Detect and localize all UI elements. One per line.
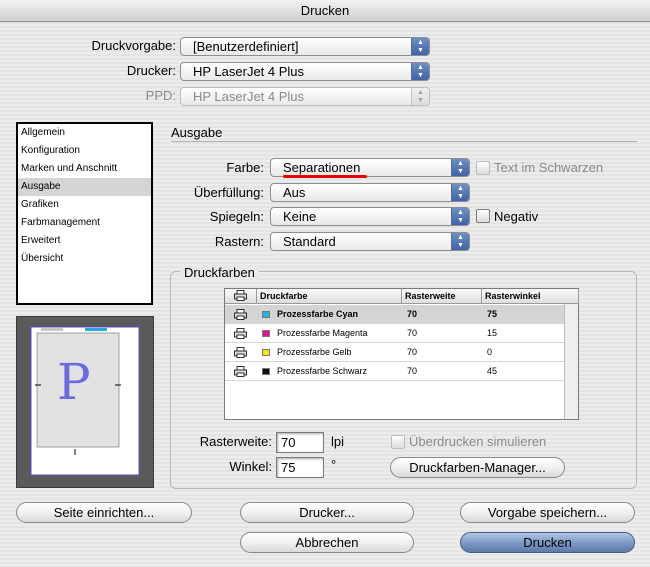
ueberdrucken-label: Überdrucken simulieren xyxy=(409,434,547,449)
annotation-underline xyxy=(283,175,367,178)
section-title-ausgabe: Ausgabe xyxy=(171,125,223,140)
sidebar-item-ausgabe[interactable]: Ausgabe xyxy=(18,178,151,196)
spiegeln-label: Spiegeln: xyxy=(209,209,264,224)
table-row[interactable]: Prozessfarbe Cyan 70 75 xyxy=(225,305,565,324)
ink-rasterwinkel: 45 xyxy=(487,366,498,376)
printer-icon[interactable] xyxy=(234,347,247,358)
category-list: Allgemein Konfiguration Marken und Ansch… xyxy=(16,122,153,305)
ink-swatch-schwarz xyxy=(262,368,270,375)
printer-popup[interactable]: HP LaserJet 4 Plus ▲ ▼ xyxy=(180,62,430,81)
ink-rasterwinkel: 0 xyxy=(487,347,493,357)
sidebar-item-allgemein[interactable]: Allgemein xyxy=(18,124,151,142)
spiegeln-popup[interactable]: Keine ▲ ▼ xyxy=(270,207,470,226)
rasterweite-label: Rasterweite: xyxy=(199,434,272,449)
ink-swatch-magenta xyxy=(262,330,270,337)
table-row[interactable]: Prozessfarbe Gelb 70 0 xyxy=(225,343,565,362)
popup-arrows-icon: ▲ ▼ xyxy=(451,184,469,201)
abbrechen-button[interactable]: Abbrechen xyxy=(240,532,414,553)
ueberdrucken-checkbox xyxy=(391,435,405,449)
printer-icon[interactable] xyxy=(234,328,247,339)
rasterweite-unit: lpi xyxy=(331,434,345,449)
ppd-value: HP LaserJet 4 Plus xyxy=(193,89,305,104)
popup-arrows-icon: ▲ ▼ xyxy=(411,38,429,55)
column-header-print[interactable] xyxy=(225,289,257,304)
text-im-schwarzen-checkbox xyxy=(476,161,490,175)
vorgabe-speichern-button[interactable]: Vorgabe speichern... xyxy=(460,502,635,523)
ueberfuellung-label: Überfüllung: xyxy=(193,185,264,200)
ueberfuellung-value: Aus xyxy=(283,185,306,200)
ink-rasterweite: 70 xyxy=(407,309,418,319)
farbe-value: Separationen xyxy=(283,160,361,175)
popup-arrows-icon: ▲ ▼ xyxy=(411,63,429,80)
popup-arrows-icon: ▲ ▼ xyxy=(411,88,429,105)
printer-value: HP LaserJet 4 Plus xyxy=(193,64,305,79)
preset-popup[interactable]: [Benutzerdefiniert] ▲ ▼ xyxy=(180,37,430,56)
ink-swatch-cyan xyxy=(262,311,270,318)
ink-rasterwinkel: 15 xyxy=(487,328,498,338)
column-header-rasterweite[interactable]: Rasterweite xyxy=(402,289,482,304)
rastern-label: Rastern: xyxy=(214,234,264,249)
druckfarben-manager-button[interactable]: Druckfarben-Manager... xyxy=(390,457,565,478)
ink-rasterweite: 70 xyxy=(407,347,418,357)
preview-letter: P xyxy=(57,353,91,411)
ppd-popup: HP LaserJet 4 Plus ▲ ▼ xyxy=(180,87,430,106)
winkel-input[interactable]: 75 xyxy=(276,457,324,478)
winkel-label: Winkel: xyxy=(229,459,272,474)
seite-einrichten-button[interactable]: Seite einrichten... xyxy=(16,502,192,523)
window-title: Drucken xyxy=(0,0,650,22)
table-row[interactable]: Prozessfarbe Magenta 70 15 xyxy=(225,324,565,343)
table-scrollbar[interactable] xyxy=(564,304,578,419)
rastern-value: Standard xyxy=(283,234,336,249)
page-preview-graphic: P xyxy=(30,326,140,476)
spiegeln-value: Keine xyxy=(283,209,317,224)
page-preview: P xyxy=(16,316,154,488)
sidebar-item-marken-und-anschnitt[interactable]: Marken und Anschnitt xyxy=(18,160,151,178)
ink-rasterwinkel: 75 xyxy=(487,309,498,319)
winkel-unit: ° xyxy=(331,457,337,472)
printer-icon[interactable] xyxy=(234,309,247,320)
printer-label: Drucker: xyxy=(126,63,176,78)
ink-name: Prozessfarbe Cyan xyxy=(277,309,359,319)
popup-arrows-icon: ▲ ▼ xyxy=(451,233,469,250)
table-row[interactable]: Prozessfarbe Schwarz 70 45 xyxy=(225,362,565,381)
druckfarben-title: Druckfarben xyxy=(180,265,259,280)
ink-name: Prozessfarbe Schwarz xyxy=(277,366,368,376)
sidebar-item-grafiken[interactable]: Grafiken xyxy=(18,196,151,214)
farbe-label: Farbe: xyxy=(226,160,264,175)
sidebar-item-farbmanagement[interactable]: Farbmanagement xyxy=(18,214,151,232)
ppd-label: PPD: xyxy=(145,88,176,103)
rastern-popup[interactable]: Standard ▲ ▼ xyxy=(270,232,470,251)
column-header-rasterwinkel[interactable]: Rasterwinkel xyxy=(482,289,579,304)
negativ-checkbox[interactable] xyxy=(476,209,490,223)
ink-name: Prozessfarbe Gelb xyxy=(277,347,352,357)
sidebar-item-uebersicht[interactable]: Übersicht xyxy=(18,250,151,268)
preset-label: Druckvorgabe: xyxy=(91,38,176,53)
ink-name: Prozessfarbe Magenta xyxy=(277,328,368,338)
drucker-button[interactable]: Drucker... xyxy=(240,502,414,523)
printer-icon xyxy=(234,290,247,301)
ueberfuellung-popup[interactable]: Aus ▲ ▼ xyxy=(270,183,470,202)
negativ-label: Negativ xyxy=(494,209,539,224)
popup-arrows-icon: ▲ ▼ xyxy=(451,208,469,225)
ink-rasterweite: 70 xyxy=(407,366,418,376)
popup-arrows-icon: ▲ ▼ xyxy=(451,159,469,176)
print-dialog: Drucken Druckvorgabe: [Benutzerdefiniert… xyxy=(0,0,650,567)
printer-icon[interactable] xyxy=(234,366,247,377)
rasterweite-input[interactable]: 70 xyxy=(276,432,324,453)
sidebar-item-konfiguration[interactable]: Konfiguration xyxy=(18,142,151,160)
column-header-druckfarbe[interactable]: Druckfarbe xyxy=(257,289,402,304)
preset-value: [Benutzerdefiniert] xyxy=(193,39,299,54)
ink-swatch-gelb xyxy=(262,349,270,356)
ink-table: Druckfarbe Rasterweite Rasterwinkel Proz… xyxy=(224,288,579,420)
ink-rasterweite: 70 xyxy=(407,328,418,338)
text-im-schwarzen-label: Text im Schwarzen xyxy=(494,160,604,175)
section-divider xyxy=(171,141,637,142)
drucken-button[interactable]: Drucken xyxy=(460,532,635,553)
sidebar-item-erweitert[interactable]: Erweitert xyxy=(18,232,151,250)
